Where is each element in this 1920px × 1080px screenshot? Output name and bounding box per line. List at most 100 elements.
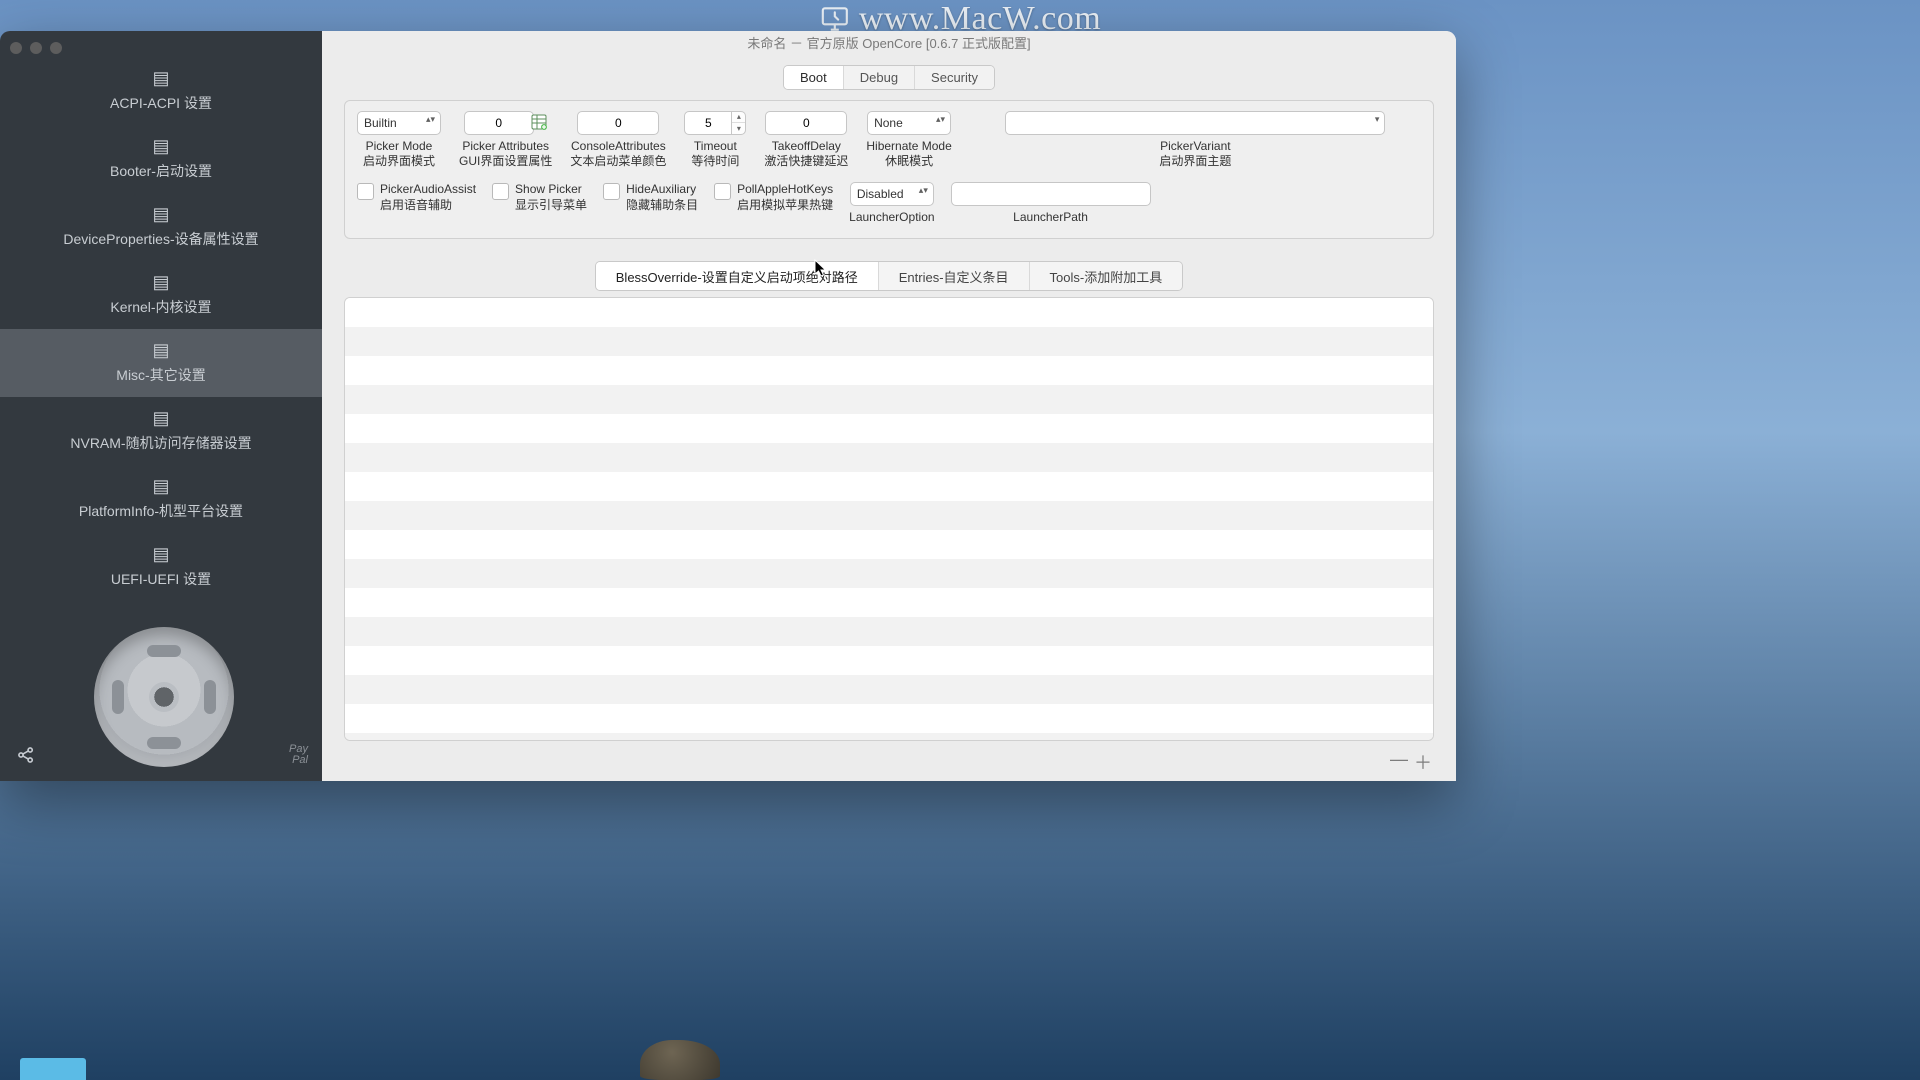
sidebar-item-misc[interactable]: ▤ Misc-其它设置 (0, 329, 322, 397)
grid-icon: ▤ (152, 137, 169, 155)
sidebar-item-uefi[interactable]: ▤ UEFI-UEFI 设置 (0, 533, 322, 601)
field-picker-mode: Builtin▴▾ Picker Mode启动界面模式 (357, 111, 441, 170)
sidebar-item-label: PlatformInfo-机型平台设置 (79, 501, 243, 521)
sidebar-footer: PayPal (0, 613, 322, 781)
sidebar-item-booter[interactable]: ▤ Booter-启动设置 (0, 125, 322, 193)
picker-variant-select[interactable]: ▾ (1005, 111, 1385, 135)
sidebar: ▤ ACPI-ACPI 设置 ▤ Booter-启动设置 ▤ DevicePro… (0, 31, 322, 781)
field-hibernate-mode: None▴▾ Hibernate Mode休眠模式 (866, 111, 951, 170)
grid-icon: ▤ (152, 409, 169, 427)
tab-entries[interactable]: Entries-自定义条目 (879, 262, 1030, 291)
list-row[interactable] (345, 704, 1433, 733)
list-row[interactable] (345, 559, 1433, 588)
field-hide-auxiliary: HideAuxiliary隐藏辅助条目 (603, 182, 698, 213)
tab-tools[interactable]: Tools-添加附加工具 (1030, 262, 1183, 291)
remove-button[interactable]: — (1390, 749, 1408, 775)
grid-icon: ▤ (152, 205, 169, 223)
list-row[interactable] (345, 675, 1433, 704)
sidebar-item-label: Booter-启动设置 (110, 161, 212, 181)
sidebar-item-label: Misc-其它设置 (116, 365, 205, 385)
list-row[interactable] (345, 530, 1433, 559)
sidebar-item-kernel[interactable]: ▤ Kernel-内核设置 (0, 261, 322, 329)
grid-icon: ▤ (152, 477, 169, 495)
list-add-remove: — ＋ (322, 749, 1432, 775)
table-picker-icon[interactable] (530, 111, 548, 133)
picker-attributes-input[interactable] (464, 111, 534, 135)
sidebar-item-deviceproperties[interactable]: ▤ DeviceProperties-设备属性设置 (0, 193, 322, 261)
sidebar-item-acpi[interactable]: ▤ ACPI-ACPI 设置 (0, 57, 322, 125)
wallpaper-rock (640, 1040, 720, 1080)
chevron-down-icon: ▾ (732, 123, 745, 134)
sidebar-item-label: Kernel-内核设置 (110, 297, 211, 317)
chevron-down-icon: ▾ (1375, 115, 1380, 124)
list-row[interactable] (345, 501, 1433, 530)
add-button[interactable]: ＋ (1414, 749, 1432, 775)
list-row[interactable] (345, 327, 1433, 356)
zoom-dot[interactable] (50, 42, 62, 54)
launcher-option-select[interactable]: Disabled▴▾ (850, 182, 934, 206)
sidebar-item-label: ACPI-ACPI 设置 (110, 93, 212, 113)
sub-tabs: BlessOverride-设置自定义启动项绝对路径 Entries-自定义条目… (595, 261, 1183, 292)
takeoff-delay-input[interactable] (765, 111, 847, 135)
field-launcher-option: Disabled▴▾ LauncherOption (849, 182, 934, 226)
tab-boot[interactable]: Boot (784, 66, 844, 89)
close-dot[interactable] (10, 42, 22, 54)
sidebar-item-nvram[interactable]: ▤ NVRAM-随机访问存储器设置 (0, 397, 322, 465)
field-console-attributes: ConsoleAttributes文本启动菜单颜色 (570, 111, 666, 170)
sidebar-item-label: DeviceProperties-设备属性设置 (63, 229, 258, 249)
list-row[interactable] (345, 385, 1433, 414)
list-row[interactable] (345, 617, 1433, 646)
chevron-up-icon: ▴ (732, 112, 745, 124)
dock-hint (20, 1058, 86, 1080)
chevron-updown-icon: ▴▾ (426, 115, 435, 124)
sidebar-item-label: NVRAM-随机访问存储器设置 (70, 433, 251, 453)
field-show-picker: Show Picker显示引导菜单 (492, 182, 587, 213)
field-takeoff-delay: TakeoffDelay激活快捷键延迟 (764, 111, 848, 170)
launcher-path-input[interactable] (951, 182, 1151, 206)
timeout-input[interactable] (684, 111, 732, 135)
console-attributes-input[interactable] (577, 111, 659, 135)
sidebar-item-label: UEFI-UEFI 设置 (111, 569, 211, 589)
hibernate-mode-select[interactable]: None▴▾ (867, 111, 951, 135)
top-tabs: Boot Debug Security (783, 65, 995, 90)
hide-auxiliary-checkbox[interactable] (603, 183, 620, 200)
dial-control[interactable] (94, 627, 234, 767)
list-row[interactable] (345, 646, 1433, 675)
grid-icon: ▤ (152, 545, 169, 563)
list-row[interactable] (345, 414, 1433, 443)
paypal-label[interactable]: PayPal (289, 744, 308, 767)
timeout-stepper[interactable]: ▴▾ (732, 111, 746, 135)
tab-debug[interactable]: Debug (844, 66, 915, 89)
app-window: ▤ ACPI-ACPI 设置 ▤ Booter-启动设置 ▤ DevicePro… (0, 31, 1456, 781)
minimize-dot[interactable] (30, 42, 42, 54)
list-row[interactable] (345, 443, 1433, 472)
grid-icon: ▤ (152, 341, 169, 359)
poll-hotkeys-checkbox[interactable] (714, 183, 731, 200)
show-picker-checkbox[interactable] (492, 183, 509, 200)
window-title: 未命名 － 官方原版 OpenCore [0.6.7 正式版配置] (322, 31, 1456, 57)
field-picker-attributes: Picker AttributesGUI界面设置属性 (459, 111, 552, 170)
tab-blessoverride[interactable]: BlessOverride-设置自定义启动项绝对路径 (596, 262, 879, 291)
picker-mode-select[interactable]: Builtin▴▾ (357, 111, 441, 135)
field-timeout: ▴▾ Timeout等待时间 (684, 111, 746, 170)
grid-icon: ▤ (152, 69, 169, 87)
bless-override-list[interactable] (344, 297, 1434, 741)
list-row[interactable] (345, 472, 1433, 501)
field-poll-apple-hotkeys: PollAppleHotKeys启用模拟苹果热键 (714, 182, 833, 213)
field-picker-variant: ▾ PickerVariant启动界面主题 (970, 111, 1421, 170)
main-panel: 未命名 － 官方原版 OpenCore [0.6.7 正式版配置] Boot D… (322, 31, 1456, 781)
list-row[interactable] (345, 733, 1433, 741)
picker-audio-checkbox[interactable] (357, 183, 374, 200)
boot-settings-panel: Builtin▴▾ Picker Mode启动界面模式 Picker Attri… (344, 100, 1434, 239)
list-row[interactable] (345, 298, 1433, 327)
list-row[interactable] (345, 356, 1433, 385)
list-row[interactable] (345, 588, 1433, 617)
chevron-updown-icon: ▴▾ (936, 115, 945, 124)
window-controls (10, 42, 62, 54)
share-icon[interactable] (14, 743, 38, 767)
tab-security[interactable]: Security (915, 66, 994, 89)
sidebar-item-platforminfo[interactable]: ▤ PlatformInfo-机型平台设置 (0, 465, 322, 533)
chevron-updown-icon: ▴▾ (919, 186, 928, 195)
field-launcher-path: LauncherPath (951, 182, 1151, 226)
grid-icon: ▤ (152, 273, 169, 291)
